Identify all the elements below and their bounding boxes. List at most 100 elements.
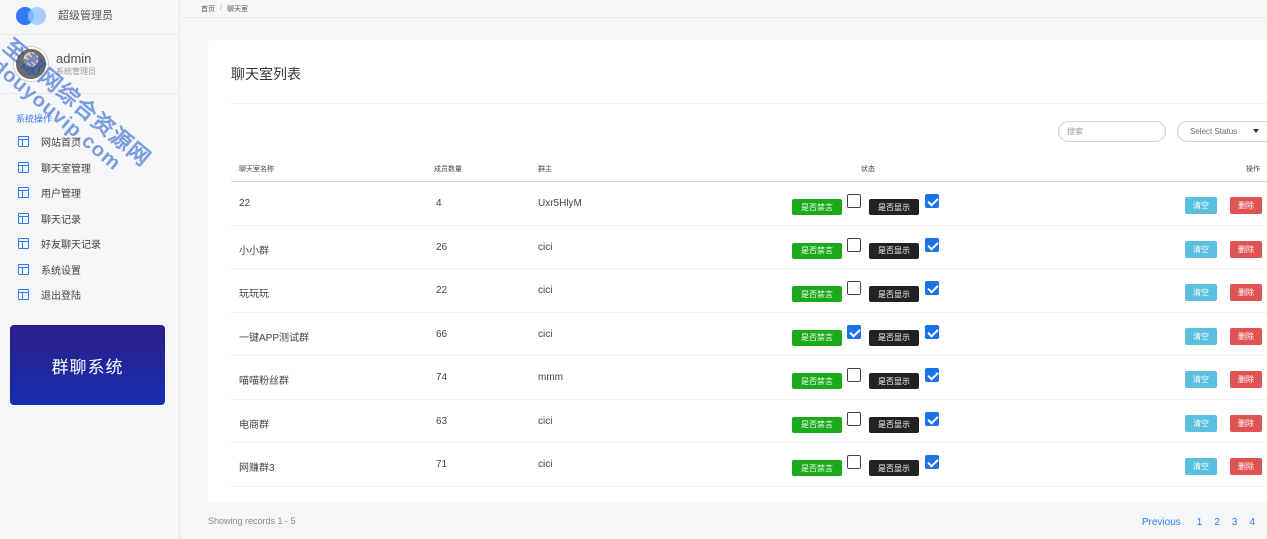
show-checkbox[interactable] <box>925 324 939 339</box>
show-button[interactable]: 是否显示 <box>869 329 919 346</box>
member-count: 22 <box>436 285 448 296</box>
clear-button[interactable]: 清空 <box>1185 458 1217 475</box>
sidebar-item-logout[interactable]: 退出登陆 <box>0 282 179 308</box>
pager-page-1[interactable]: 1 <box>1197 517 1203 528</box>
mute-checkbox[interactable] <box>847 237 861 252</box>
show-checkbox[interactable] <box>925 411 939 426</box>
user-role: 系统管理员 <box>56 66 96 76</box>
breadcrumb-home[interactable]: 首页 <box>201 4 215 14</box>
pager-page-2[interactable]: 2 <box>1214 517 1220 528</box>
sidebar-item-users[interactable]: 用户管理 <box>0 180 179 206</box>
table-header: 聊天室名称 成员数量 群主 状态 操作 <box>231 156 1267 182</box>
col-status: 状态 <box>861 166 875 173</box>
sidebar-item-label: 用户管理 <box>41 189 81 201</box>
search-input[interactable]: 搜索 <box>1058 121 1166 142</box>
delete-button[interactable]: 删除 <box>1230 414 1262 432</box>
chatroom-name: 电商群 <box>239 419 269 431</box>
mute-checkbox[interactable] <box>847 194 861 208</box>
show-checkbox[interactable] <box>925 281 939 295</box>
chevron-down-icon <box>1253 129 1259 133</box>
show-checkbox[interactable] <box>925 237 939 252</box>
delete-button[interactable]: 删除 <box>1230 284 1262 301</box>
show-button[interactable]: 是否显示 <box>869 242 919 259</box>
col-members: 成员数量 <box>434 166 462 173</box>
member-count: 74 <box>436 372 448 383</box>
owner-name: cici <box>538 241 553 253</box>
mute-button[interactable]: 是否禁言 <box>792 199 842 215</box>
layout-icon <box>18 187 29 199</box>
divider <box>231 103 1267 104</box>
clear-button[interactable]: 清空 <box>1185 197 1217 214</box>
promo-banner[interactable]: 群聊系统 <box>10 325 165 405</box>
table-row: 22 4 Uxr5HlyM 是否禁言 是否显示 清空 删除 <box>231 182 1267 226</box>
pager-page-4[interactable]: 4 <box>1249 517 1255 528</box>
clear-button[interactable]: 清空 <box>1185 371 1217 388</box>
mute-checkbox[interactable] <box>847 368 861 382</box>
delete-button[interactable]: 删除 <box>1230 240 1262 258</box>
member-count: 63 <box>436 415 448 427</box>
clear-button[interactable]: 清空 <box>1185 414 1217 432</box>
owner-name: mmm <box>538 372 563 383</box>
sidebar-item-settings[interactable]: 系统设置 <box>0 257 179 283</box>
breadcrumb: 首页 / 聊天室 <box>181 0 1267 18</box>
owner-name: cici <box>538 328 553 340</box>
brand-title: 超级管理员 <box>58 10 113 22</box>
chatroom-name: 一键APP测试群 <box>239 332 310 344</box>
delete-button[interactable]: 删除 <box>1230 327 1262 345</box>
sidebar-item-friend-records[interactable]: 好友聊天记录 <box>0 231 179 257</box>
col-actions: 操作 <box>1246 166 1260 173</box>
owner-name: cici <box>538 415 553 427</box>
mute-button[interactable]: 是否禁言 <box>792 373 842 389</box>
chatroom-name: 喵喵粉丝群 <box>239 376 289 387</box>
member-count: 4 <box>436 198 442 209</box>
col-name: 聊天室名称 <box>239 166 274 173</box>
mute-button[interactable]: 是否禁言 <box>792 286 842 302</box>
show-button[interactable]: 是否显示 <box>869 416 919 433</box>
show-button[interactable]: 是否显示 <box>869 286 919 302</box>
breadcrumb-separator: / <box>220 5 222 12</box>
show-checkbox[interactable] <box>925 455 939 469</box>
mute-checkbox[interactable] <box>847 455 861 469</box>
owner-name: Uxr5HlyM <box>538 198 582 209</box>
clear-button[interactable]: 清空 <box>1185 240 1217 258</box>
clear-button[interactable]: 清空 <box>1185 284 1217 301</box>
member-count: 26 <box>436 241 448 253</box>
sidebar-item-label: 聊天室管理 <box>41 163 91 175</box>
status-select-value: Select Status <box>1190 127 1238 136</box>
pagination: Previous 1 2 3 4 <box>1142 515 1267 529</box>
table-row: 喵喵粉丝群 74 mmm 是否禁言 是否显示 清空 删除 <box>231 356 1267 400</box>
mute-button[interactable]: 是否禁言 <box>792 416 842 433</box>
mute-checkbox[interactable] <box>847 411 861 426</box>
show-checkbox[interactable] <box>925 194 939 208</box>
layout-icon <box>18 161 29 173</box>
user-name: admin <box>56 50 92 66</box>
table-row: 一键APP测试群 66 cici 是否禁言 是否显示 清空 删除 <box>231 313 1267 356</box>
chatroom-name: 小小群 <box>239 245 269 257</box>
table-row: 玩玩玩 22 cici 是否禁言 是否显示 清空 删除 <box>231 269 1267 313</box>
chatroom-card: 聊天室列表 搜索 Select Status 聊天室名称 成员数量 群主 状态 … <box>208 40 1267 502</box>
mute-checkbox[interactable] <box>847 324 861 339</box>
show-button[interactable]: 是否显示 <box>869 373 919 389</box>
status-select[interactable]: Select Status <box>1177 121 1267 142</box>
layout-icon <box>18 212 29 224</box>
delete-button[interactable]: 删除 <box>1230 371 1262 388</box>
delete-button[interactable]: 删除 <box>1230 197 1262 214</box>
show-checkbox[interactable] <box>925 368 939 382</box>
mute-button[interactable]: 是否禁言 <box>792 329 842 346</box>
mute-button[interactable]: 是否禁言 <box>792 242 842 259</box>
sidebar-item-chat-records[interactable]: 聊天记录 <box>0 206 179 232</box>
pager-page-3[interactable]: 3 <box>1232 517 1238 528</box>
sidebar-item-label: 聊天记录 <box>41 214 81 226</box>
mute-button[interactable]: 是否禁言 <box>792 460 842 476</box>
mute-checkbox[interactable] <box>847 281 861 295</box>
delete-button[interactable]: 删除 <box>1230 458 1262 475</box>
sidebar-item-label: 好友聊天记录 <box>41 240 101 252</box>
breadcrumb-current: 聊天室 <box>226 5 248 13</box>
layout-icon <box>18 289 29 301</box>
chatroom-name: 网赚群3 <box>239 463 275 474</box>
pager-previous[interactable]: Previous <box>1142 517 1181 528</box>
sidebar-item-label: 退出登陆 <box>41 291 81 303</box>
show-button[interactable]: 是否显示 <box>869 460 919 476</box>
clear-button[interactable]: 清空 <box>1185 327 1217 345</box>
show-button[interactable]: 是否显示 <box>869 199 919 215</box>
